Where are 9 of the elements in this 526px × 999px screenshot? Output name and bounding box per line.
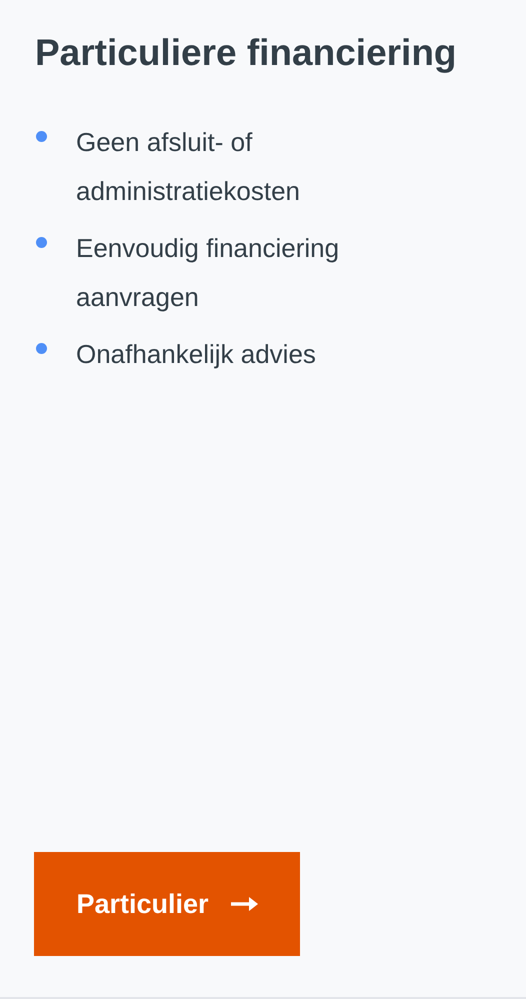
bullet-icon: [36, 343, 47, 354]
bullet-icon: [36, 237, 47, 248]
feature-text: Onafhankelijk advies: [76, 338, 316, 371]
particulier-button[interactable]: Particulier: [34, 852, 300, 956]
card-title: Particuliere financiering: [35, 34, 457, 72]
arrow-right-icon: [230, 897, 258, 911]
bullet-icon: [36, 131, 47, 142]
feature-text: Geen afsluit- of administratiekosten: [76, 126, 301, 208]
feature-text: Eenvoudig financiering aanvragen: [76, 232, 340, 314]
